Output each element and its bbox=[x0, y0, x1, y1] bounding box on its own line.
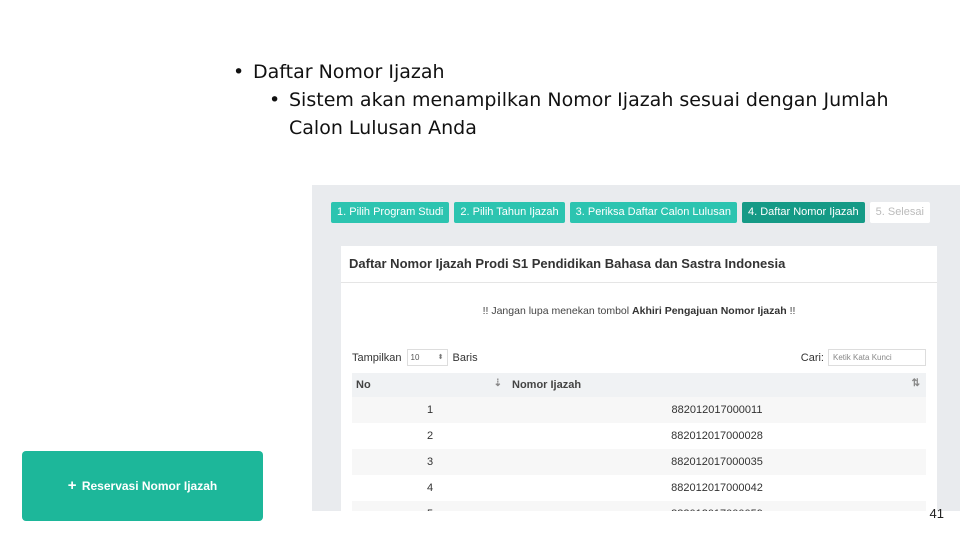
table-row: 2 882012017000028 bbox=[352, 423, 926, 449]
slide-bullets: • Daftar Nomor Ijazah • Sistem akan mena… bbox=[233, 58, 933, 142]
cell-nomor-ijazah: 882012017000035 bbox=[508, 449, 926, 475]
wizard-steps: 1. Pilih Program Studi 2. Pilih Tahun Ij… bbox=[331, 202, 935, 223]
ijazah-table: No ⇣ Nomor Ijazah ⇅ 1 882012017000011 2 … bbox=[352, 373, 926, 511]
cell-nomor-ijazah: 882012017000028 bbox=[671, 430, 763, 442]
step-selesai[interactable]: 5. Selesai bbox=[869, 202, 930, 223]
search-input[interactable]: Ketik Kata Kunci bbox=[828, 349, 926, 366]
page-length-select[interactable]: 10 ⬍ bbox=[406, 349, 448, 366]
sort-both-icon: ⇅ bbox=[911, 378, 920, 389]
page-length-control: Tampilkan 10 ⬍ Baris bbox=[352, 349, 478, 366]
col-header-label: No bbox=[356, 379, 371, 391]
sort-desc-icon: ⇣ bbox=[493, 378, 502, 389]
app-screenshot: 1. Pilih Program Studi 2. Pilih Tahun Ij… bbox=[312, 185, 960, 511]
cell-nomor-ijazah: 882012017000011 bbox=[508, 397, 926, 423]
page-length-value: 10 bbox=[410, 353, 420, 362]
cell-no: 3 bbox=[352, 449, 508, 475]
notice-bold: Akhiri Pengajuan Nomor Ijazah bbox=[632, 305, 787, 317]
table-controls: Tampilkan 10 ⬍ Baris Cari: Ketik Kata Ku… bbox=[352, 349, 926, 367]
col-header-label: Nomor Ijazah bbox=[512, 379, 582, 391]
cell-no: 5 bbox=[352, 501, 508, 511]
bullet-text: Daftar Nomor Ijazah bbox=[253, 61, 445, 83]
page-number: 41 bbox=[929, 506, 944, 521]
cell-no: 1 bbox=[352, 397, 508, 423]
reservasi-nomor-ijazah-button[interactable]: + Reservasi Nomor Ijazah bbox=[22, 451, 263, 521]
step-periksa-daftar-calon-lulusan[interactable]: 3. Periksa Daftar Calon Lulusan bbox=[569, 202, 737, 223]
cell-no: 4 bbox=[426, 482, 434, 494]
cell-no: 2 bbox=[426, 430, 434, 442]
table-row: 1 882012017000011 bbox=[352, 397, 926, 423]
step-pilih-tahun-ijazah[interactable]: 2. Pilih Tahun Ijazah bbox=[454, 202, 565, 223]
select-caret-icon: ⬍ bbox=[437, 354, 444, 361]
step-pilih-program-studi[interactable]: 1. Pilih Program Studi bbox=[331, 202, 450, 223]
bullet-dot: • bbox=[233, 61, 245, 83]
rows-label: Baris bbox=[452, 351, 478, 364]
table-header-row: No ⇣ Nomor Ijazah ⇅ bbox=[352, 373, 926, 397]
bullet-level-1: • Daftar Nomor Ijazah bbox=[233, 58, 933, 86]
button-label: Reservasi Nomor Ijazah bbox=[81, 479, 218, 493]
table-row: 5 882012017000059 bbox=[352, 501, 926, 511]
table-row: 3 882012017000035 bbox=[352, 449, 926, 475]
ijazah-panel: Daftar Nomor Ijazah Prodi S1 Pendidikan … bbox=[341, 246, 937, 511]
cell-nomor-ijazah: 882012017000042 bbox=[671, 482, 763, 494]
bullet-text: Sistem akan menampilkan Nomor Ijazah ses… bbox=[289, 89, 889, 139]
col-header-no[interactable]: No ⇣ bbox=[352, 373, 508, 397]
plus-icon: + bbox=[67, 477, 77, 494]
col-header-nomor-ijazah[interactable]: Nomor Ijazah ⇅ bbox=[508, 373, 926, 397]
notice-text: !! Jangan lupa menekan tombol Akhiri Pen… bbox=[341, 305, 937, 317]
bullet-level-2: • Sistem akan menampilkan Nomor Ijazah s… bbox=[269, 86, 933, 142]
panel-title: Daftar Nomor Ijazah Prodi S1 Pendidikan … bbox=[341, 246, 937, 283]
notice-prefix: !! Jangan lupa menekan tombol bbox=[482, 305, 630, 317]
cell-nomor-ijazah: 882012017000059 bbox=[508, 501, 926, 511]
table-row: 4 882012017000042 bbox=[352, 475, 926, 501]
show-label: Tampilkan bbox=[352, 351, 402, 364]
step-daftar-nomor-ijazah[interactable]: 4. Daftar Nomor Ijazah bbox=[741, 202, 865, 223]
search-label: Cari: bbox=[800, 351, 824, 364]
notice-suffix: !! bbox=[789, 305, 796, 317]
search-control: Cari: Ketik Kata Kunci bbox=[801, 349, 926, 366]
bullet-dot: • bbox=[269, 89, 281, 111]
